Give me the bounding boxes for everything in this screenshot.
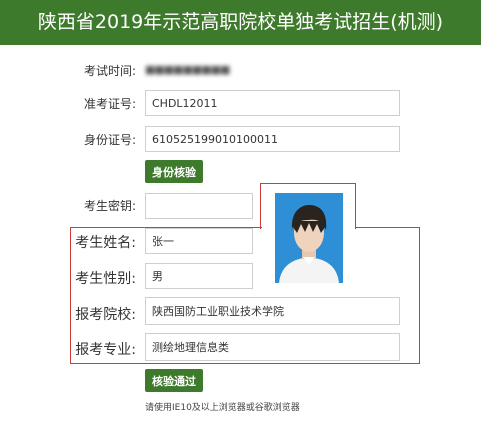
gender-label: 考生性别: (75, 271, 136, 287)
name-label: 考生姓名: (75, 235, 136, 251)
major-label: 报考专业: (75, 342, 136, 358)
candidate-photo-icon (275, 193, 343, 283)
page-title: 陕西省2019年示范高职院校单独考试招生(机测) (37, 11, 444, 33)
id-number-label: 身份证号: (83, 133, 136, 147)
school-label: 报考院校: (75, 307, 136, 323)
school-field[interactable]: 陕西国防工业职业技术学院 (145, 297, 400, 325)
admission-number-label: 准考证号: (83, 97, 136, 111)
verify-pass-button[interactable]: 核验通过 (145, 369, 203, 392)
id-number-field[interactable]: 610525199010100011 (145, 126, 400, 152)
major-field[interactable]: 测绘地理信息类 (145, 333, 400, 361)
password-label: 考生密钥: (83, 199, 136, 213)
gender-field[interactable]: 男 (145, 263, 253, 289)
name-field[interactable]: 张一 (145, 228, 253, 254)
verify-identity-button[interactable]: 身份核验 (145, 160, 203, 183)
password-field[interactable] (145, 193, 253, 219)
exam-time-label: 考试时间: (83, 64, 136, 78)
browser-note: 请使用IE10及以上浏览器或谷歌浏览器 (145, 403, 300, 413)
exam-time-value: ■■■■■■■■■ (145, 63, 231, 76)
candidate-photo (275, 193, 343, 283)
header-bar: 陕西省2019年示范高职院校单独考试招生(机测) (0, 0, 481, 45)
admission-number-field[interactable]: CHDL12011 (145, 90, 400, 116)
